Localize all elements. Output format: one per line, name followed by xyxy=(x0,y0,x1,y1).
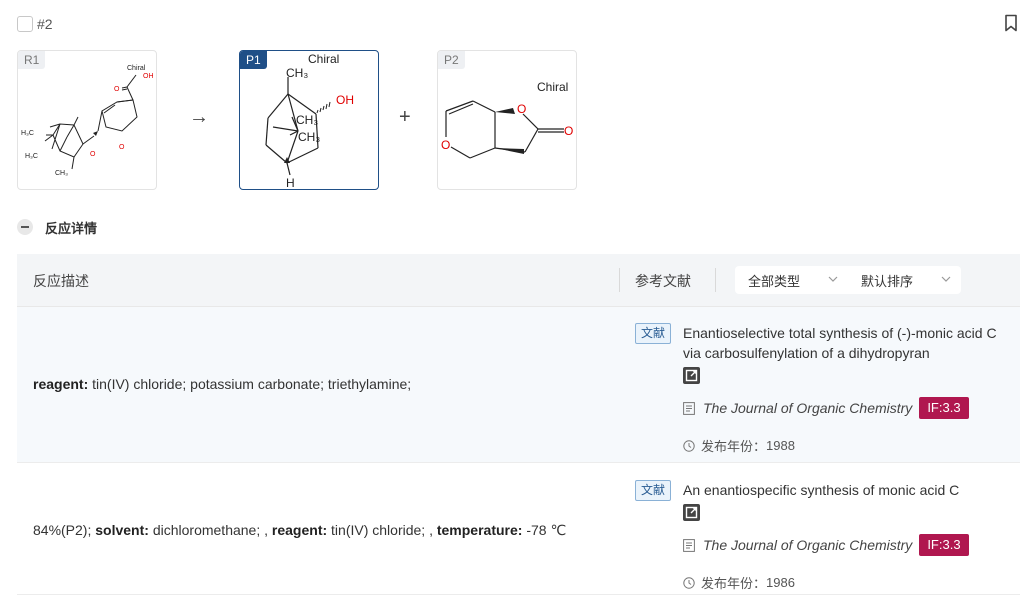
r1-h3c-label-1: H₃C xyxy=(21,130,34,137)
journal-line: The Journal of Organic Chemistry IF:3.3 xyxy=(683,397,969,419)
type-filter-value: 全部类型 xyxy=(748,273,801,289)
collapse-minus-icon[interactable] xyxy=(17,219,33,235)
p1-h-label: H xyxy=(286,176,295,190)
impact-factor-badge: IF:3.3 xyxy=(919,397,969,419)
molecule-p2-structure: Chiral O O O xyxy=(441,80,573,159)
column-header-description: 反应描述 xyxy=(33,273,89,289)
p1-ch3-label-2: CH₃ xyxy=(296,113,318,127)
reaction-header: #2 xyxy=(17,14,53,34)
reaction-id: #2 xyxy=(37,16,53,32)
type-filter-select[interactable]: 全部类型 xyxy=(735,271,848,290)
external-link-icon[interactable] xyxy=(683,503,700,521)
r1-oh-label: OH xyxy=(143,73,154,80)
reaction-details-title: 反应详情 xyxy=(45,220,98,236)
molecule-r1-structure: Chiral OH O O O H₃C H₃C CH₃ xyxy=(21,65,154,177)
reaction-arrow: → xyxy=(189,106,209,128)
reaction-description: 84%(P2); solvent: dichloromethane; , rea… xyxy=(33,522,566,539)
p2-o-label-1: O xyxy=(517,102,526,116)
header-divider xyxy=(619,268,620,292)
desc-value: tin(IV) chloride; , xyxy=(327,522,437,538)
sort-value: 默认排序 xyxy=(861,273,914,289)
molecule-p1-structure: Chiral CH₃ OH CH₃ CH₃ H xyxy=(265,52,354,190)
molecule-tag-p1: P1 xyxy=(240,51,267,69)
clock-icon xyxy=(683,439,695,452)
chevron-down-icon xyxy=(828,276,838,282)
publish-year-line: 发布年份： 1988 xyxy=(683,436,795,455)
r1-chiral-label: Chiral xyxy=(127,65,146,72)
publish-year-line: 发布年份： 1986 xyxy=(683,573,795,592)
molecule-tag-p2: P2 xyxy=(438,51,465,69)
desc-value: -78 ℃ xyxy=(522,522,567,538)
header-divider xyxy=(715,268,716,292)
filter-sort-controls: 全部类型 默认排序 xyxy=(735,266,961,294)
desc-key: temperature: xyxy=(436,522,523,538)
reference-title-text[interactable]: Enantioselective total synthesis of (-)-… xyxy=(683,325,997,361)
publish-year-value: 1988 xyxy=(766,438,795,453)
literature-tag: 文献 xyxy=(635,480,672,501)
desc-key: reagent: xyxy=(33,376,89,392)
reference-title[interactable]: Enantioselective total synthesis of (-)-… xyxy=(683,323,1013,384)
desc-yield: 84%(P2); xyxy=(33,522,96,538)
r1-o-label-3: O xyxy=(90,151,96,158)
journal-name: The Journal of Organic Chemistry xyxy=(703,537,913,553)
p2-o-label-3: O xyxy=(564,124,573,138)
p2-o-label-2: O xyxy=(441,138,450,152)
reaction-description: reagent: tin(IV) chloride; potassium car… xyxy=(33,376,411,392)
desc-key: solvent: xyxy=(95,522,149,538)
reference-item: 文献 An enantiospecific synthesis of monic… xyxy=(635,480,1015,592)
document-icon xyxy=(683,538,695,552)
desc-value: dichloromethane; , xyxy=(148,522,272,538)
p2-chiral-label: Chiral xyxy=(537,80,568,94)
publish-year-value: 1986 xyxy=(766,575,795,590)
impact-factor-badge: IF:3.3 xyxy=(919,534,969,556)
molecule-card-r1[interactable]: Chiral OH O O O H₃C H₃C CH₃ R1 xyxy=(17,50,157,190)
r1-o-label-2: O xyxy=(119,144,125,151)
column-header-references: 参考文献 xyxy=(635,273,691,289)
p1-ch3-label-1: CH₃ xyxy=(286,66,308,80)
bookmark-icon[interactable] xyxy=(1004,14,1018,32)
table-row: reagent: tin(IV) chloride; potassium car… xyxy=(17,307,1020,463)
molecule-card-p2[interactable]: Chiral O O O P2 xyxy=(437,50,577,190)
table-row: 84%(P2); solvent: dichloromethane; , rea… xyxy=(17,463,1020,595)
r1-ch3-label: CH₃ xyxy=(55,170,68,177)
publish-year-label: 发布年份： xyxy=(701,576,767,591)
journal-line: The Journal of Organic Chemistry IF:3.3 xyxy=(683,534,969,556)
desc-key: reagent: xyxy=(271,522,328,538)
literature-tag: 文献 xyxy=(635,323,672,344)
p1-ch3-label-3: CH₃ xyxy=(298,130,320,144)
desc-value: tin(IV) chloride; potassium carbonate; t… xyxy=(88,376,412,392)
p1-oh-label: OH xyxy=(336,93,354,107)
chevron-down-icon xyxy=(941,276,951,282)
reaction-scheme: Chiral OH O O O H₃C H₃C CH₃ R1 → Chiral … xyxy=(17,50,617,190)
reaction-details-toggle[interactable]: 反应详情 xyxy=(17,218,97,236)
r1-h3c-label-2: H₃C xyxy=(25,153,38,160)
p1-chiral-label: Chiral xyxy=(308,52,339,66)
document-icon xyxy=(683,401,695,415)
table-header: 反应描述 参考文献 全部类型 默认排序 xyxy=(17,254,1020,307)
select-checkbox[interactable] xyxy=(17,16,33,32)
clock-icon xyxy=(683,576,695,589)
molecule-card-p1[interactable]: Chiral CH₃ OH CH₃ CH₃ H P1 xyxy=(239,50,379,190)
plus-sign: + xyxy=(399,106,411,128)
reference-item: 文献 Enantioselective total synthesis of (… xyxy=(635,323,1015,455)
reference-title[interactable]: An enantiospecific synthesis of monic ac… xyxy=(683,480,1013,521)
journal-name: The Journal of Organic Chemistry xyxy=(703,400,913,416)
reaction-details-table: 反应描述 参考文献 全部类型 默认排序 reagent: tin(IV) chl… xyxy=(17,254,1020,595)
r1-o-label-1: O xyxy=(114,86,120,93)
sort-select[interactable]: 默认排序 xyxy=(848,271,961,290)
reference-title-text[interactable]: An enantiospecific synthesis of monic ac… xyxy=(683,482,959,498)
molecule-tag-r1: R1 xyxy=(18,51,46,69)
external-link-icon[interactable] xyxy=(683,366,700,384)
publish-year-label: 发布年份： xyxy=(701,439,767,454)
